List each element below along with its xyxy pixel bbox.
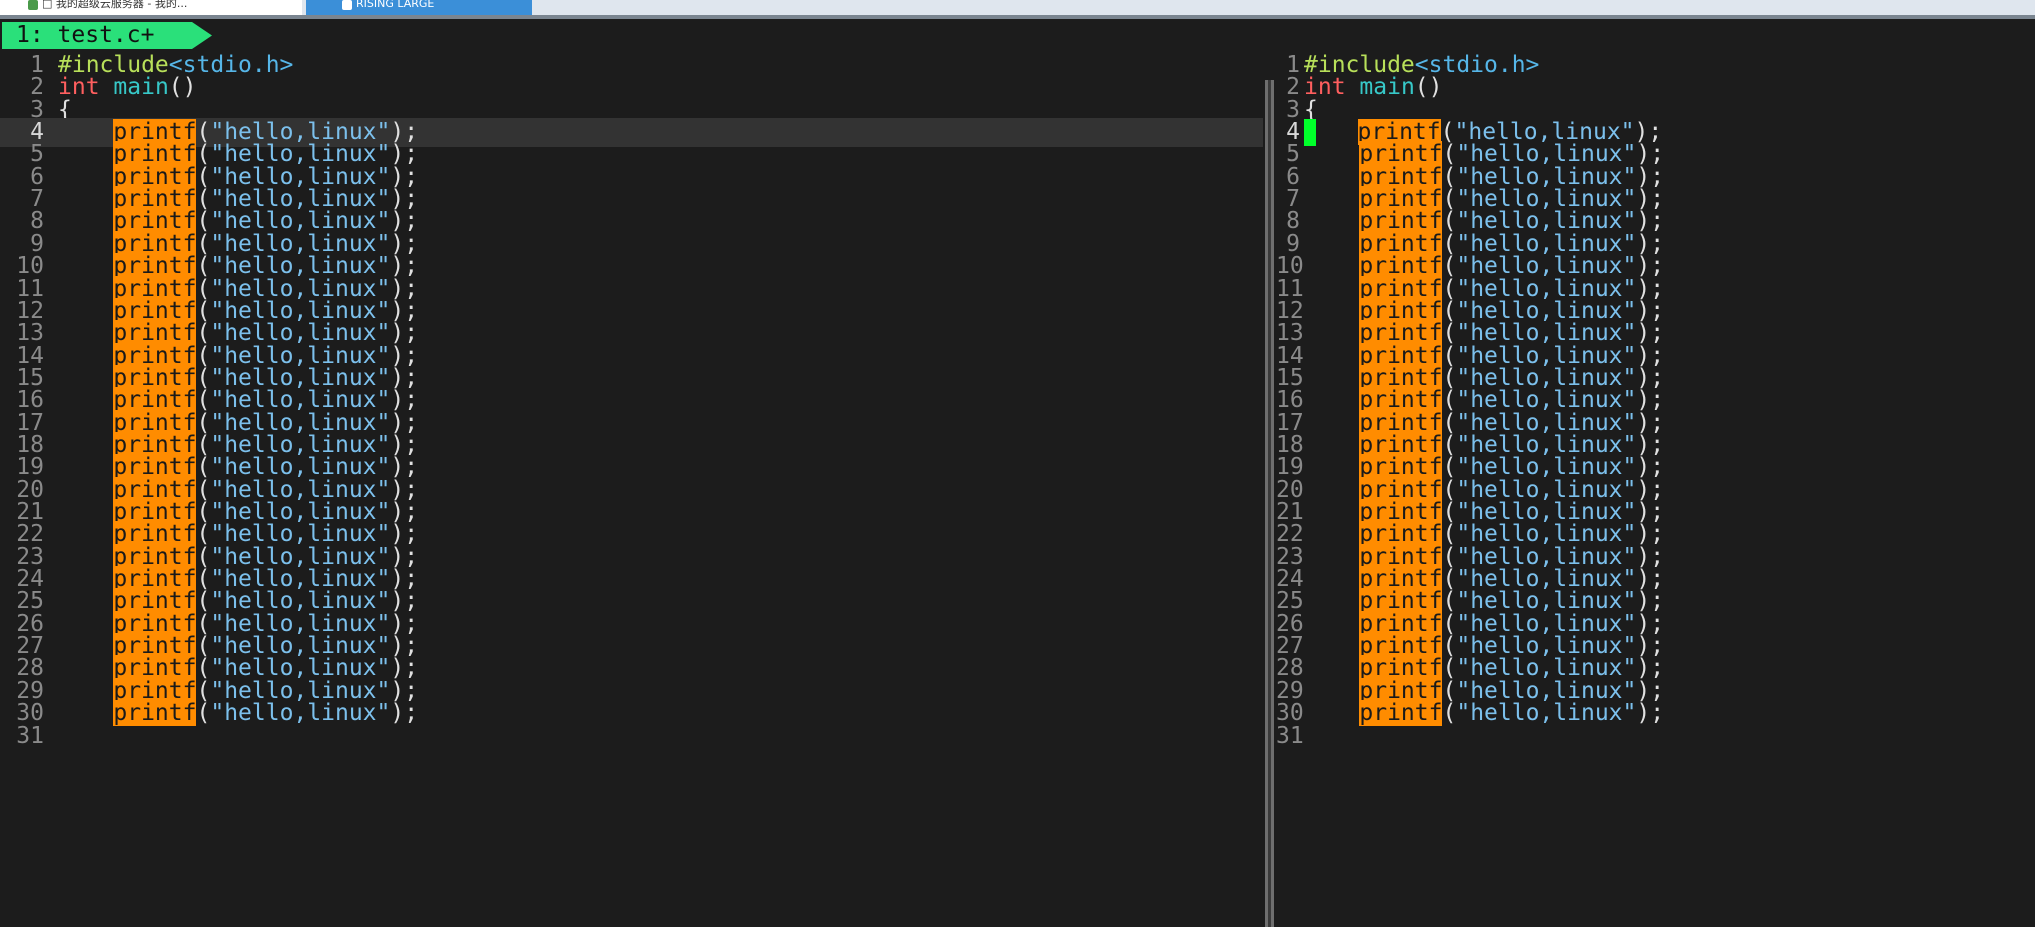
browser-tab-active[interactable]: RISING LARGE <box>306 0 532 15</box>
browser-tab-label: RISING LARGE <box>356 0 435 10</box>
editor-pane-right[interactable]: 1 #include<stdio.h> 2 int main() 3{4 printf(… <box>1276 51 2035 927</box>
line-number: 31 <box>1276 722 1304 749</box>
code-line[interactable]: 31 <box>0 722 1263 751</box>
file-icon <box>342 0 352 10</box>
browser-tab-server[interactable]: □ 我的超级云服务器 - 我的... <box>0 0 302 15</box>
line-number: 31 <box>16 722 44 749</box>
editor-pane-left[interactable]: 1 #include<stdio.h> 2 int main() 3{4 printf(… <box>0 51 1263 927</box>
browser-tab-strip: □ 我的超级云服务器 - 我的... RISING LARGE <box>0 0 2035 15</box>
browser-tab-label: □ 我的超级云服务器 - 我的... <box>42 0 188 10</box>
vim-tab-test-c[interactable]: 1: test.c+ <box>2 22 212 49</box>
vim-tabline: 1: test.c+ <box>0 19 2035 51</box>
vertical-split-bar[interactable] <box>1263 80 1276 927</box>
code-line[interactable]: 31 <box>1276 722 2035 751</box>
server-icon <box>28 0 38 10</box>
